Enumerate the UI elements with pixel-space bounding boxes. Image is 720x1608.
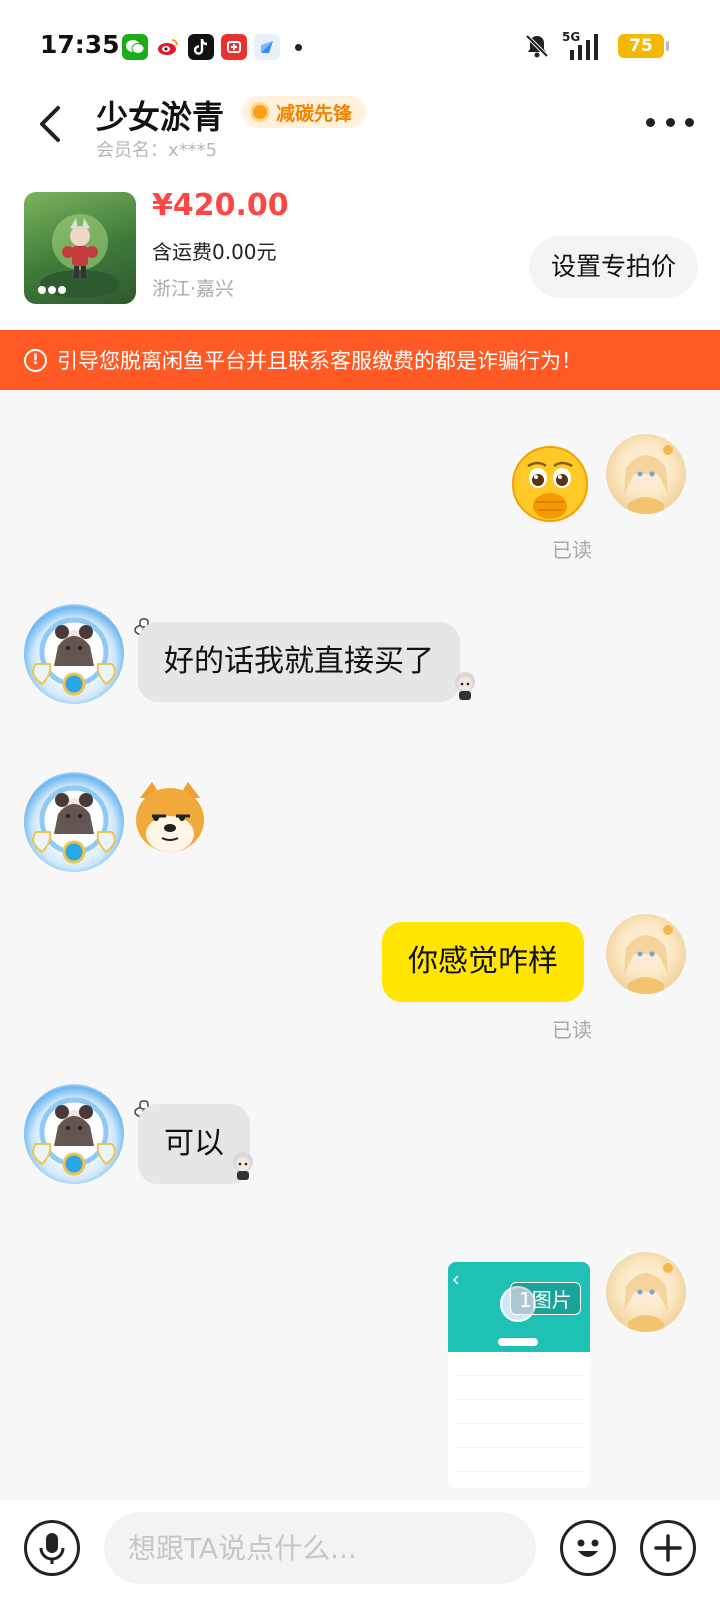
browser-icon [254,34,280,60]
doge-emoji-sticker[interactable] [132,780,208,856]
tiktok-icon [188,34,214,60]
carbon-badge[interactable]: 减碳先锋 [242,96,367,128]
shy-face-emoji-sticker[interactable] [510,444,590,524]
product-thumbnail[interactable] [24,192,136,304]
member-name: 会员名：x***5 [96,140,218,161]
message-input[interactable] [104,1512,536,1584]
image-preview-header: 1图片 [448,1262,590,1352]
input-bar [0,1500,720,1608]
seller-avatar[interactable] [24,604,124,704]
leaf-badge-icon [250,102,270,122]
fraud-warning-banner: ! 引导您脱离闲鱼平台并且联系客服缴费的都是诈骗行为！ [0,330,720,390]
taobao-icon [221,34,247,60]
smiley-icon [577,1539,599,1557]
read-receipt: 已读 [552,1018,592,1042]
message-bubble-them[interactable]: 好的话我就直接买了 [138,622,460,702]
status-time: 17:35 [40,30,120,59]
chibi-sticker-icon [455,672,475,700]
status-bar: 17:35 5G 75 [0,0,720,92]
status-indicators: 5G 75 [524,30,669,60]
more-notifications-dot [295,43,302,51]
status-app-icons [122,34,302,60]
more-options-button[interactable] [646,114,694,130]
dot-icon [665,117,675,127]
doge-face-icon [136,782,204,852]
weibo-icon [155,34,181,60]
my-avatar[interactable] [606,434,686,514]
wechat-icon [122,34,148,60]
set-special-price-button[interactable]: 设置专拍价 [528,236,698,298]
my-avatar[interactable] [606,1252,686,1332]
battery-indicator: 75 [618,34,669,58]
read-receipt: 已读 [552,538,592,562]
seller-avatar[interactable] [24,1084,124,1184]
more-actions-button[interactable] [640,1520,696,1576]
shipping-fee: 含运费0.00元 [152,240,277,264]
seller-name[interactable]: 少女淤青 [96,92,224,138]
voice-button[interactable] [24,1520,80,1576]
mute-bell-icon [525,34,549,58]
my-avatar[interactable] [606,914,686,994]
dot-icon [646,117,655,127]
message-bubble-me[interactable]: 你感觉咋样 [382,922,584,1002]
seller-avatar[interactable] [24,772,124,872]
chibi-sticker-icon [233,1152,253,1180]
emoji-button[interactable] [560,1520,616,1576]
badge-label: 减碳先锋 [276,102,353,125]
back-button[interactable] [30,102,70,146]
cellular-signal-icon: 5G [562,30,606,60]
image-label: 1图片 [510,1282,581,1315]
dot-icon [685,117,694,127]
product-price: ¥420.00 [152,188,289,223]
image-message[interactable]: 1图片 [448,1262,590,1488]
network-type: 5G [562,30,581,44]
product-location: 浙江·嘉兴 [152,278,235,300]
plus-icon [654,1534,682,1562]
chat-header: 少女淤青 减碳先锋 会员名：x***5 [0,92,720,172]
warning-text: 引导您脱离闲鱼平台并且联系客服缴费的都是诈骗行为！ [57,349,582,373]
warning-icon: ! [24,348,47,372]
chevron-left-icon [40,106,60,142]
product-card[interactable]: ¥420.00 含运费0.00元 浙江·嘉兴 设置专拍价 [0,172,720,330]
shy-face-icon [512,446,588,522]
microphone-icon [39,1533,65,1564]
